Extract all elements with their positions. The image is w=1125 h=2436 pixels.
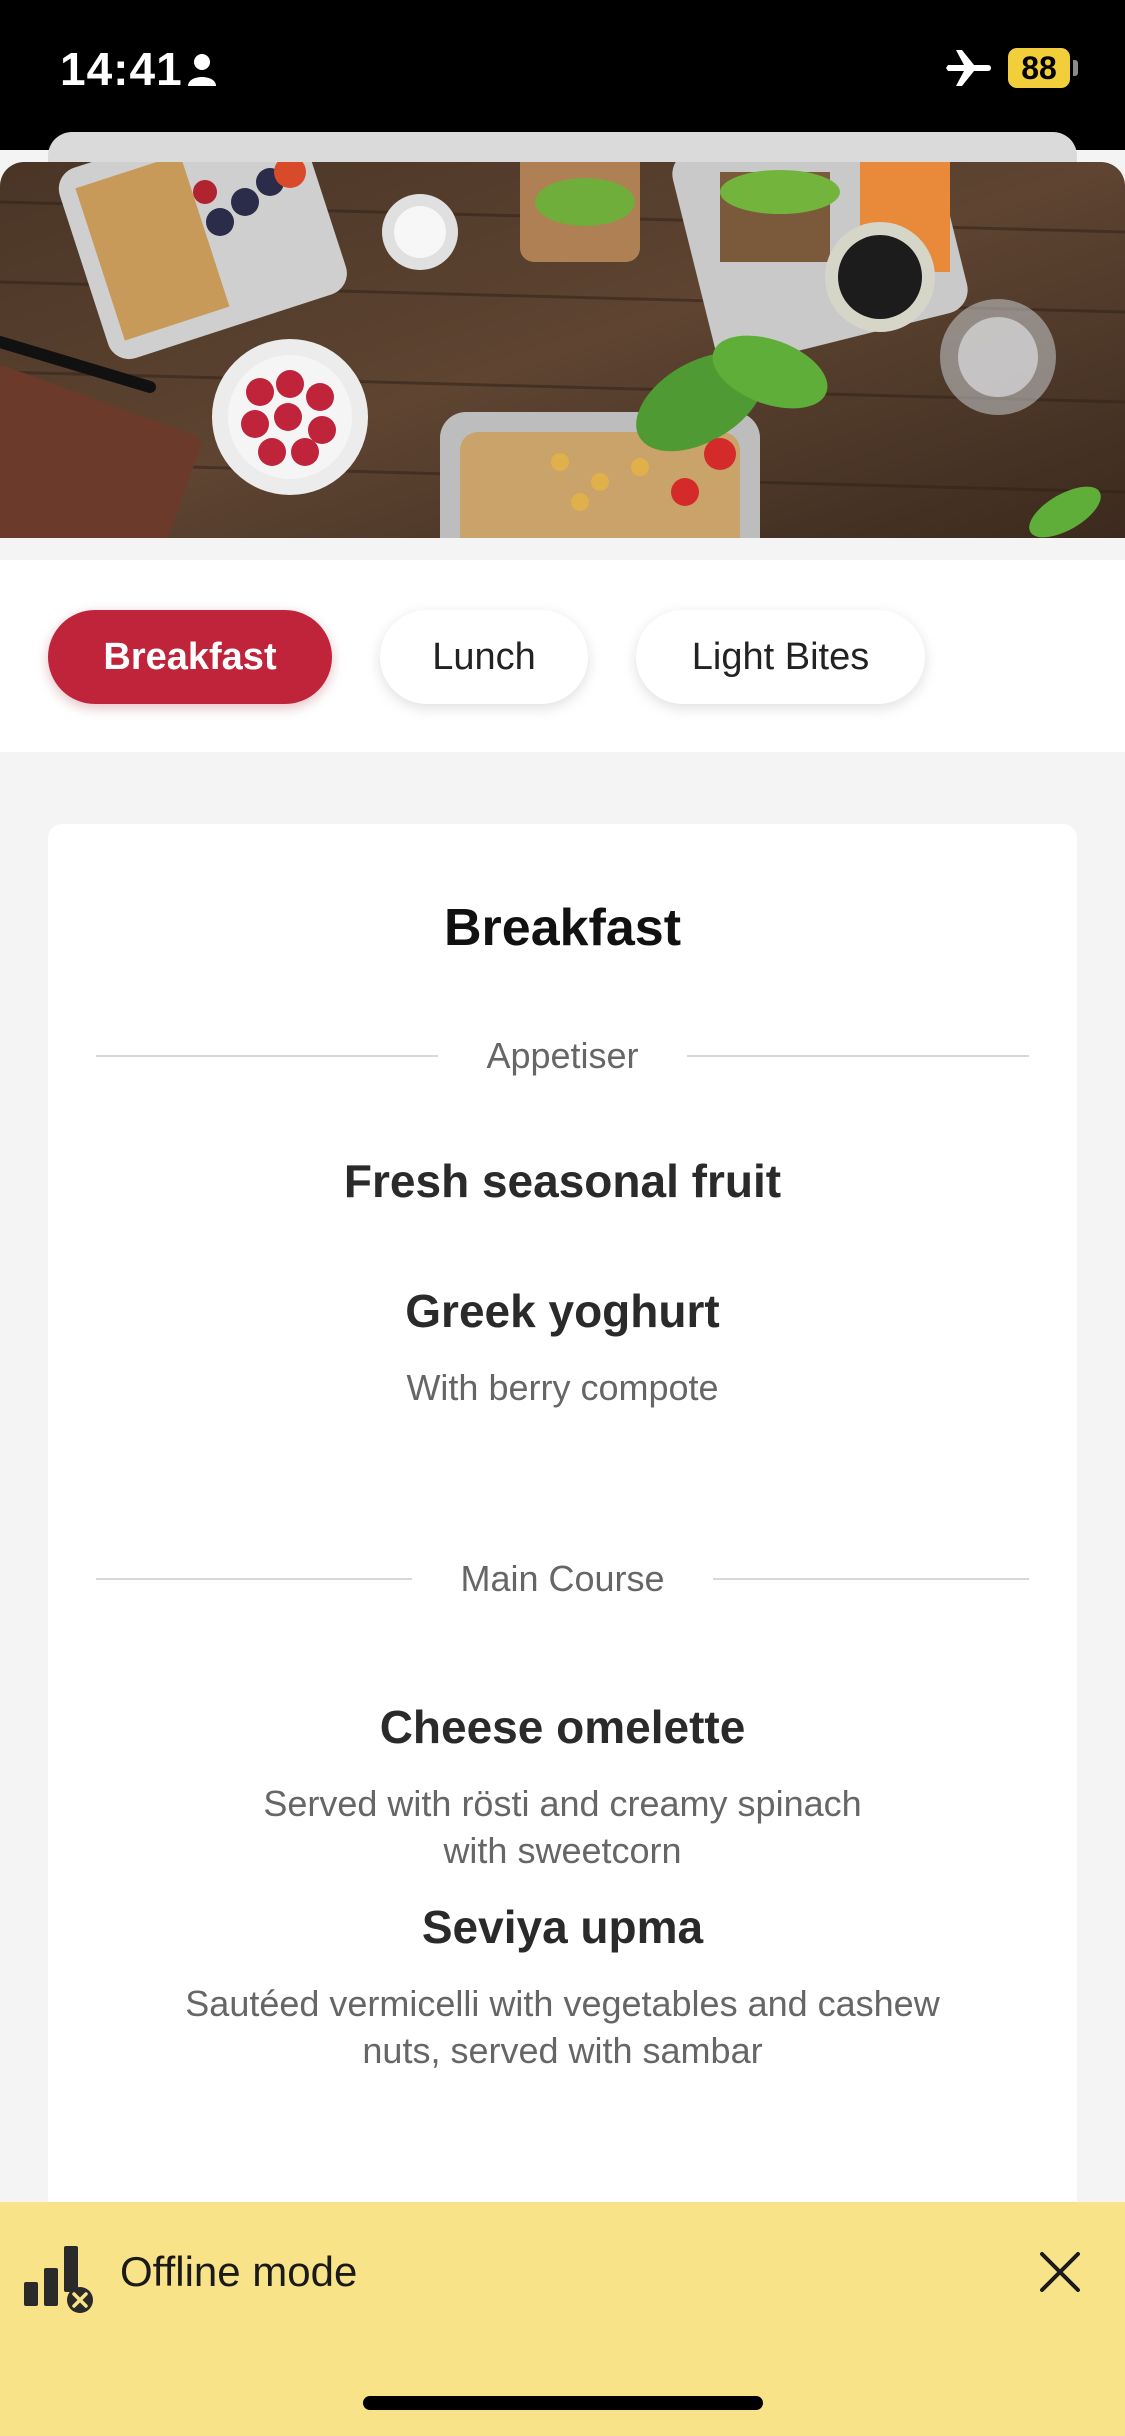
battery-icon: 88 xyxy=(1008,48,1070,88)
dish-description: Served with rösti and creamy spinach wit… xyxy=(168,1780,957,1874)
dish-description-line: Sautéed vermicelli with vegetables and c… xyxy=(185,1983,940,2024)
dish-name: Seviya upma xyxy=(421,1901,704,1953)
dish-description-line: Served with rösti and creamy spinach xyxy=(263,1783,862,1824)
tab-light-bites[interactable]: Light Bites xyxy=(636,610,925,704)
offline-mode-label: Offline mode xyxy=(120,2248,358,2295)
hero-food-image xyxy=(0,162,1125,538)
close-icon[interactable] xyxy=(1034,2246,1086,2298)
offline-banner: Offline mode xyxy=(0,2202,1125,2436)
tab-lunch[interactable]: Lunch xyxy=(380,610,588,704)
section-label: Main Course xyxy=(460,1558,665,1599)
section-divider-appetiser: Appetiser xyxy=(96,1031,1029,1081)
status-bar: 14:41 88 xyxy=(0,0,1125,150)
section-divider-main-course: Main Course xyxy=(96,1554,1029,1604)
divider-line xyxy=(686,1055,1029,1057)
dish-description: Sautéed vermicelli with vegetables and c… xyxy=(108,1980,1017,2074)
battery-tip xyxy=(1073,60,1078,76)
menu-title: Breakfast xyxy=(443,899,682,957)
dish-description-line: nuts, served with sambar xyxy=(362,2030,763,2071)
menu-card: Breakfast Appetiser Fresh seasonal fruit… xyxy=(48,824,1077,2324)
dish-name: Cheese omelette xyxy=(379,1701,746,1753)
divider-line xyxy=(96,1578,413,1580)
meal-tab-bar: Breakfast Lunch Light Bites xyxy=(0,560,1125,752)
offline-signal-icon xyxy=(24,2246,93,2313)
home-indicator[interactable] xyxy=(363,2396,763,2410)
divider-line xyxy=(96,1055,439,1057)
dish-description: With berry compote xyxy=(406,1367,719,1408)
divider-line xyxy=(712,1578,1029,1580)
dish-name: Fresh seasonal fruit xyxy=(343,1155,782,1207)
section-label: Appetiser xyxy=(486,1035,639,1076)
status-time: 14:41 xyxy=(60,43,183,95)
dish-name: Greek yoghurt xyxy=(405,1285,720,1337)
dish-description-line: with sweetcorn xyxy=(443,1830,682,1871)
airplane-icon xyxy=(946,50,991,86)
tab-breakfast[interactable]: Breakfast xyxy=(48,610,332,704)
person-icon xyxy=(188,54,216,86)
